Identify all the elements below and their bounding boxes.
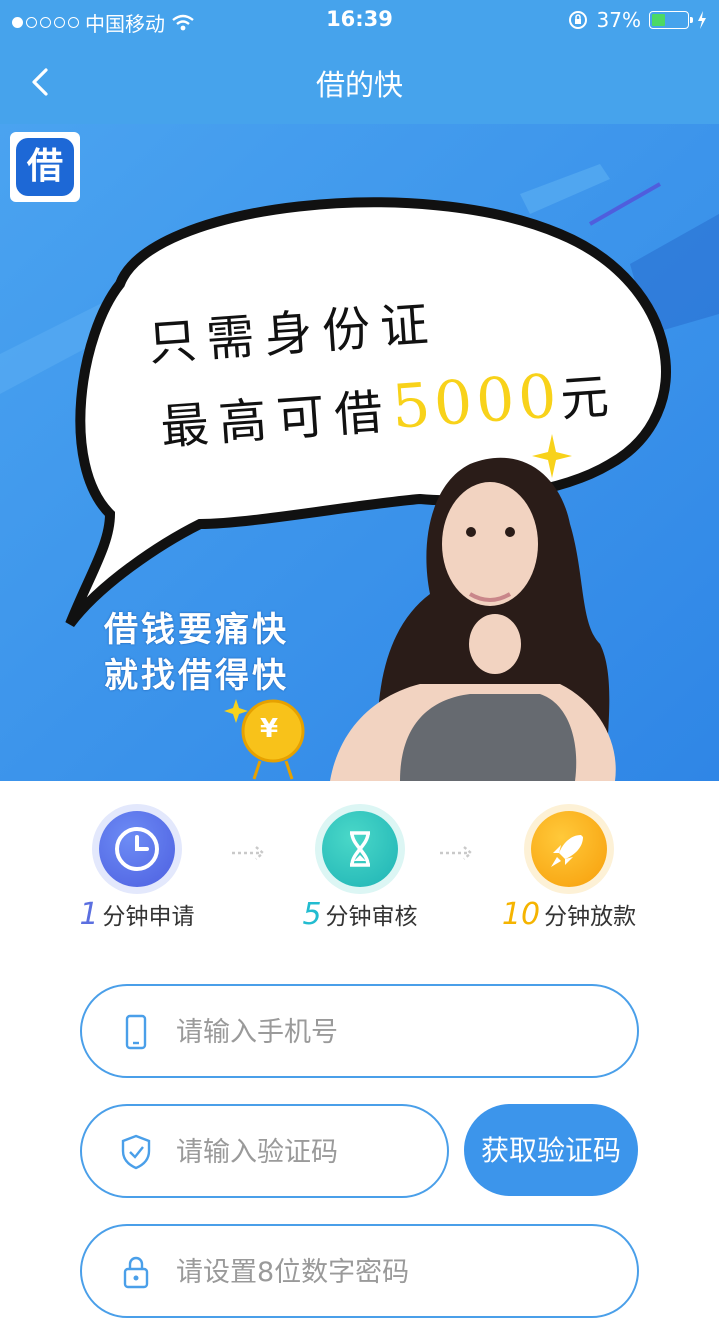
phone-field[interactable] <box>80 984 639 1078</box>
slogan-line-1: 借钱要痛快 <box>104 610 289 650</box>
coin-symbol: ¥ <box>260 714 279 744</box>
promo-banner[interactable]: 借 只需身份证 最高可借5000元 借钱要痛快 就找借得快 ¥ <box>0 124 719 781</box>
slogan-line-2: 就找借得快 <box>104 656 289 696</box>
rocket-icon <box>531 811 607 887</box>
password-input[interactable] <box>174 1226 567 1318</box>
password-field[interactable] <box>80 1224 639 1318</box>
process-steps: 1 分钟申请 5 分钟审核 10 分钟放款 <box>0 781 719 961</box>
status-right: 37% <box>567 8 707 32</box>
battery-icon <box>649 11 693 29</box>
step-disburse: 10 分钟放款 <box>459 811 679 932</box>
phone-input[interactable] <box>174 986 567 1078</box>
lock-icon <box>123 1256 149 1289</box>
app-logo: 借 <box>10 132 80 202</box>
battery-percent: 37% <box>596 8 641 32</box>
get-code-button[interactable]: 获取验证码 <box>464 1104 638 1196</box>
nav-bar: 借的快 <box>0 40 719 124</box>
charging-icon <box>698 11 706 29</box>
code-input[interactable] <box>174 1106 405 1198</box>
hourglass-icon <box>322 811 398 887</box>
step-label: 5 分钟审核 <box>302 897 418 932</box>
step-number: 5 <box>302 897 322 932</box>
bubble-unit: 元 <box>558 368 621 428</box>
step-apply: 1 分钟申请 <box>27 811 247 932</box>
step-label: 10 分钟放款 <box>501 897 637 932</box>
clock-icon <box>99 811 175 887</box>
status-bar: 中国移动 16:39 37% <box>0 0 719 40</box>
step-number: 1 <box>79 897 99 932</box>
shield-icon <box>121 1134 151 1170</box>
step-number: 10 <box>501 897 541 932</box>
bubble-amount: 5000 <box>389 361 563 443</box>
rotation-lock-icon <box>568 11 587 29</box>
page-title: 借的快 <box>315 68 403 102</box>
code-field[interactable] <box>80 1104 449 1198</box>
step-label: 1 分钟申请 <box>79 897 195 932</box>
bubble-line-2-prefix: 最高可借 <box>158 383 395 456</box>
step-review: 5 分钟审核 <box>250 811 470 932</box>
phone-icon <box>125 1014 147 1050</box>
